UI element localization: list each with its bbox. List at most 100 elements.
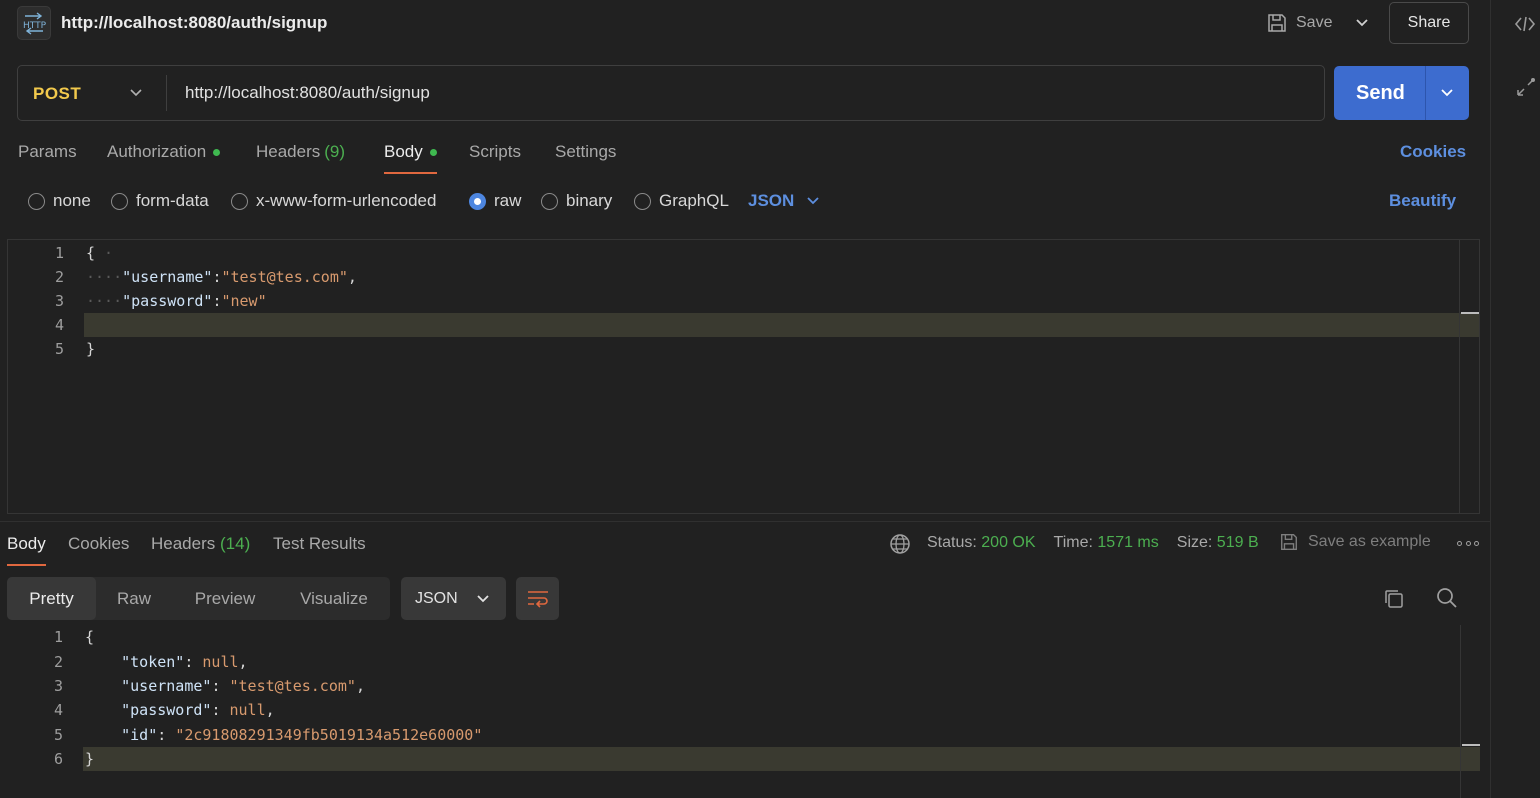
tab-label: Settings [555, 142, 617, 161]
code-line: 1 { · [8, 241, 1479, 265]
radio-form-data[interactable]: form-data [111, 191, 209, 211]
request-title[interactable]: http://localhost:8080/auth/signup [61, 13, 327, 33]
language-label: JSON [748, 191, 795, 210]
method-select[interactable]: POST [33, 84, 81, 104]
tab-body[interactable]: Body [384, 142, 437, 162]
tab-authorization[interactable]: Authorization [107, 142, 221, 162]
editor-scrollbar[interactable] [1459, 240, 1479, 513]
radio-urlencoded[interactable]: x-www-form-urlencoded [231, 191, 436, 211]
view-preview-button[interactable]: Preview [184, 577, 266, 620]
globe-icon[interactable] [889, 533, 911, 555]
pane-divider[interactable] [0, 521, 1490, 522]
viewer-scrollbar[interactable] [1460, 625, 1480, 798]
cookies-link[interactable]: Cookies [1400, 142, 1466, 162]
save-options-chevron-icon[interactable] [1352, 12, 1372, 34]
code-icon[interactable] [1513, 12, 1537, 36]
more-options-icon[interactable] [1457, 536, 1479, 550]
tab-headers[interactable]: Headers (9) [256, 142, 345, 162]
tab-settings[interactable]: Settings [555, 142, 616, 162]
json-value: "test@tes.com" [229, 677, 356, 695]
response-tab-headers[interactable]: Headers (14) [151, 534, 250, 554]
json-value: "new" [221, 292, 267, 310]
method-chevron-down-icon[interactable] [126, 83, 146, 103]
code-line: 4 "password": null, [7, 698, 1480, 722]
line-number: 2 [53, 653, 63, 671]
json-key: "id" [121, 726, 158, 744]
view-raw-button[interactable]: Raw [104, 577, 164, 620]
chevron-down-icon [477, 594, 489, 602]
share-button[interactable]: Share [1389, 2, 1469, 44]
line-number: 1 [54, 244, 64, 262]
scrollbar-thumb[interactable] [1462, 744, 1480, 746]
tab-label: Params [18, 142, 77, 161]
radio-binary[interactable]: binary [541, 191, 612, 211]
language-select[interactable]: JSON [748, 191, 820, 211]
current-line-highlight [84, 313, 1479, 337]
active-tab-indicator [384, 172, 437, 174]
status-readout[interactable]: Status: 200 OK [927, 534, 1036, 552]
radio-circle [28, 192, 45, 210]
response-tab-test-results[interactable]: Test Results [273, 534, 366, 554]
save-example-label: Save as example [1308, 533, 1431, 550]
chevron-down-icon [807, 197, 819, 205]
tab-params[interactable]: Params [18, 142, 77, 162]
send-options-chevron-icon[interactable] [1437, 82, 1457, 104]
scrollbar-thumb[interactable] [1461, 312, 1479, 314]
request-body-editor[interactable]: 1 { · 2 ····"username":"test@tes.com", 3… [7, 239, 1480, 514]
tab-label: Scripts [469, 142, 521, 161]
line-number: 5 [54, 340, 64, 358]
radio-label: form-data [136, 191, 209, 210]
radio-graphql[interactable]: GraphQL [634, 191, 729, 211]
tab-label: Headers [151, 534, 216, 553]
save-label: Save [1296, 14, 1333, 31]
brace-close: } [86, 340, 96, 358]
view-visualize-button[interactable]: Visualize [290, 577, 378, 620]
radio-none[interactable]: none [28, 191, 91, 211]
line-number: 4 [54, 316, 64, 334]
line-number: 6 [53, 750, 63, 768]
expand-icon[interactable] [1513, 76, 1537, 100]
save-as-example-button[interactable]: Save as example [1279, 532, 1431, 552]
wrap-lines-icon[interactable] [516, 577, 559, 620]
radio-circle [111, 192, 128, 210]
format-label: JSON [415, 589, 458, 607]
tab-scripts[interactable]: Scripts [469, 142, 521, 162]
code-line: 2 "token": null, [7, 650, 1480, 674]
size-value: 519 B [1216, 534, 1259, 551]
radio-label: GraphQL [659, 191, 729, 210]
search-icon[interactable] [1435, 586, 1459, 610]
response-tab-cookies[interactable]: Cookies [68, 534, 129, 554]
beautify-button[interactable]: Beautify [1389, 191, 1456, 211]
response-body-viewer[interactable]: 1 { 2 "token": null, 3 "username": "test… [7, 625, 1480, 798]
radio-label: x-www-form-urlencoded [256, 191, 437, 210]
code-line: 5 } [8, 337, 1479, 361]
code-line: 3 ····"password":"new" [8, 289, 1479, 313]
tab-label: Headers [256, 142, 321, 161]
save-icon [1281, 534, 1297, 550]
view-pretty-button[interactable]: Pretty [7, 577, 96, 620]
code-line: 5 "id": "2c91808291349fb5019134a512e6000… [7, 723, 1480, 747]
brace-open: { [85, 628, 95, 646]
response-tab-body[interactable]: Body [7, 534, 46, 554]
radio-raw[interactable]: raw [469, 191, 521, 211]
send-label[interactable]: Send [1356, 82, 1405, 105]
radio-circle [634, 192, 651, 210]
save-button[interactable]: Save [1266, 8, 1332, 38]
code-line: 4 [8, 313, 1479, 337]
size-readout[interactable]: Size: 519 B [1177, 534, 1259, 552]
line-number: 3 [54, 292, 64, 310]
url-input[interactable]: http://localhost:8080/auth/signup [185, 83, 430, 103]
json-key: "password" [122, 292, 213, 310]
time-readout[interactable]: Time: 1571 ms [1054, 534, 1159, 552]
copy-icon[interactable] [1382, 587, 1406, 611]
radio-label: binary [566, 191, 613, 210]
brace-open: { [86, 244, 96, 262]
status-dot [429, 148, 437, 156]
line-number: 3 [53, 677, 63, 695]
time-value: 1571 ms [1097, 534, 1159, 551]
response-format-select[interactable]: JSON [401, 577, 506, 620]
code-line: 6 } [7, 747, 1480, 771]
tab-label: Authorization [107, 142, 207, 161]
code-line: 1 { [7, 625, 1480, 649]
code-line: 3 "username": "test@tes.com", [7, 674, 1480, 698]
